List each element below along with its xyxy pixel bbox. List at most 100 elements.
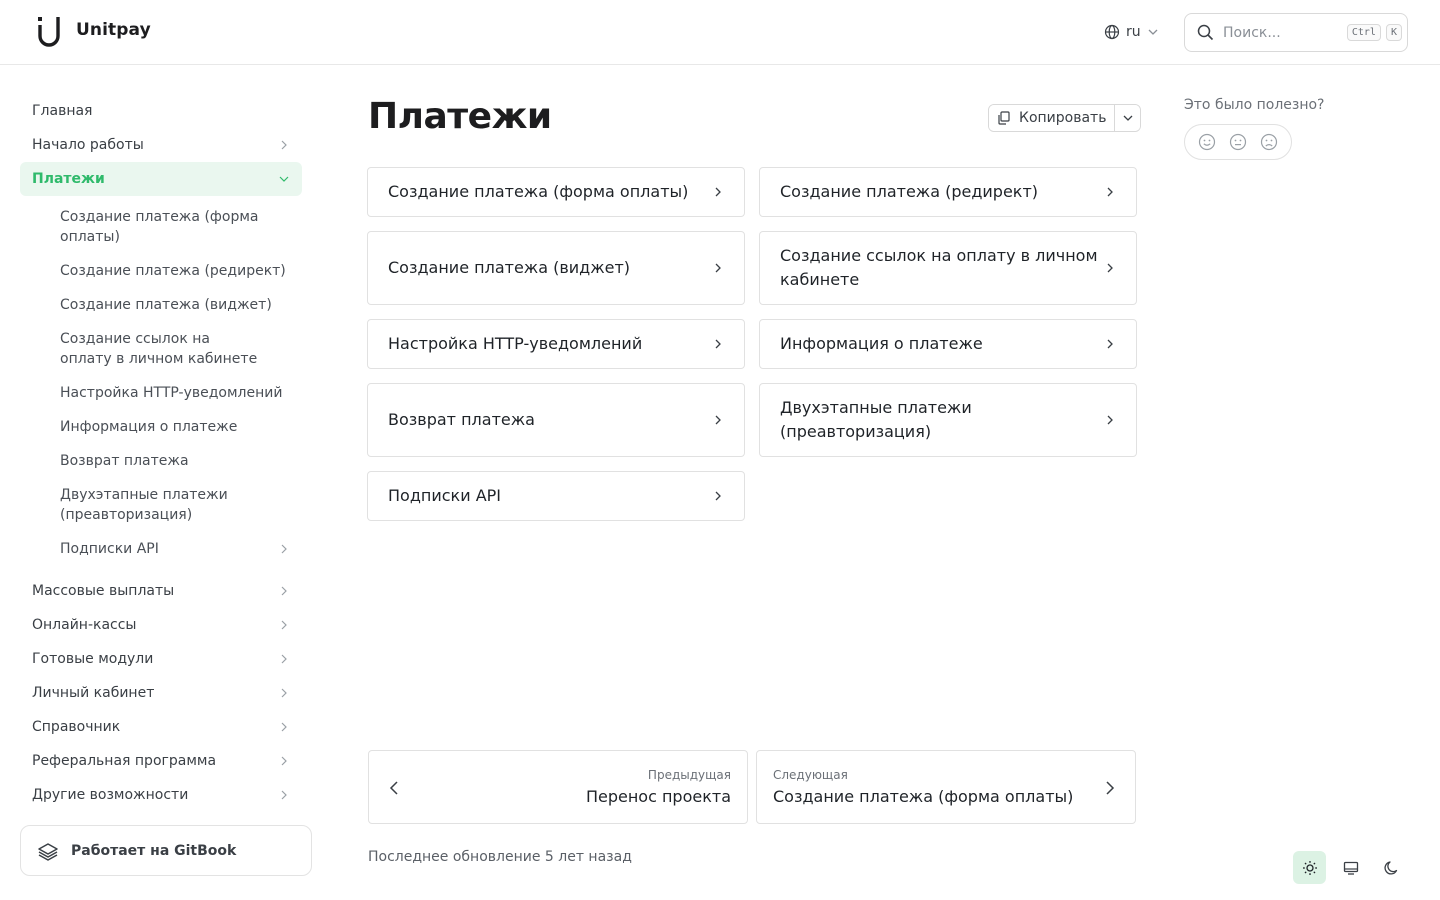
chevron-right-icon: [715, 263, 721, 273]
card-payment-links[interactable]: Создание ссылок на оплату в личном кабин…: [759, 231, 1137, 305]
card-label: Создание платежа (редирект): [780, 182, 1039, 201]
theme-switcher: [1293, 851, 1408, 884]
sidebar-item-referral[interactable]: Реферальная программа: [20, 744, 302, 778]
dark-theme-button[interactable]: [1375, 851, 1408, 884]
sidebar-item-online-cashboxes[interactable]: Онлайн-кассы: [20, 608, 302, 642]
card-payment-redirect[interactable]: Создание платежа (редирект): [759, 167, 1137, 217]
previous-label: Предыдущая: [647, 768, 731, 782]
sidebar-item-label: Главная: [32, 103, 93, 119]
chevron-right-icon: [1107, 339, 1113, 349]
sidebar-item-payments[interactable]: Платежи: [20, 162, 302, 196]
copy-options-dropdown[interactable]: [1115, 105, 1141, 131]
chevron-right-icon: [1107, 187, 1113, 197]
previous-page-link[interactable]: Предыдущая Перенос проекта: [368, 750, 748, 824]
language-switcher[interactable]: ru: [1104, 22, 1159, 42]
sidebar-subitem-label: Подписки API: [60, 541, 159, 557]
sidebar-subitem-label: Создание ссылок на оплату в личном кабин…: [60, 331, 258, 367]
card-label: Информация о платеже: [780, 334, 983, 353]
search-input[interactable]: Поиск... Ctrl K: [1184, 13, 1408, 52]
copy-label: Копировать: [1019, 110, 1107, 126]
system-theme-button[interactable]: [1334, 851, 1367, 884]
sidebar-item-label: Другие возможности: [32, 787, 189, 803]
sidebar-subitem-payment-info[interactable]: Информация о платеже: [20, 410, 302, 444]
copy-button[interactable]: Копировать: [989, 105, 1116, 131]
feedback-rating: [1184, 124, 1292, 160]
sidebar-item-reference[interactable]: Справочник: [20, 710, 302, 744]
language-label: ru: [1126, 24, 1141, 40]
sidebar-subitem-label: Возврат платежа: [60, 453, 189, 469]
copy-page-control: Копировать: [988, 104, 1142, 132]
next-label: Следующая: [773, 768, 848, 782]
chevron-right-icon: [1107, 263, 1113, 273]
feedback-question: Это было полезно?: [1184, 97, 1325, 113]
sidebar-item-getting-started[interactable]: Начало работы: [20, 128, 302, 162]
page-title: Платежи: [368, 96, 552, 137]
moon-icon: [1383, 860, 1397, 875]
globe-icon: [1104, 24, 1120, 40]
sidebar-item-label: Онлайн-кассы: [32, 617, 137, 633]
chevron-right-icon: [281, 586, 287, 596]
card-payment-widget[interactable]: Создание платежа (виджет): [367, 231, 745, 305]
sidebar-item-label: Готовые модули: [32, 651, 154, 667]
sidebar-subitem-label: Информация о платеже: [60, 419, 238, 435]
sidebar-subitem-http-notifications[interactable]: Настройка HTTP-уведомлений: [20, 376, 302, 410]
sidebar-item-label: Платежи: [32, 171, 105, 187]
sidebar-subitem-payment-form[interactable]: Создание платежа (форма оплаты): [20, 200, 302, 254]
top-header: Unitpay ru Поиск... Ctrl K: [0, 0, 1440, 65]
sidebar-subitem-subscriptions[interactable]: Подписки API: [20, 532, 302, 566]
sidebar-subitem-label: Настройка HTTP-уведомлений: [60, 385, 283, 401]
sidebar-subitem-payment-redirect[interactable]: Создание платежа (редирект): [20, 254, 302, 288]
chevron-right-icon: [281, 544, 287, 554]
sidebar-subitem-label: Создание платежа (форма оплаты): [60, 209, 259, 245]
neutral-face-icon[interactable]: [1228, 132, 1248, 152]
sidebar-item-label: Начало работы: [32, 137, 144, 153]
chevron-right-icon: [281, 790, 287, 800]
powered-by-gitbook-link[interactable]: Работает на GitBook: [20, 825, 312, 876]
card-refund[interactable]: Возврат платежа: [367, 383, 745, 457]
card-label: Двухэтапные платежи (преавторизация): [780, 398, 972, 441]
chevron-right-icon: [281, 140, 287, 150]
chevron-right-icon: [715, 339, 721, 349]
sidebar-item-label: Массовые выплаты: [32, 583, 175, 599]
sidebar-item-home[interactable]: Главная: [20, 94, 302, 128]
smile-icon[interactable]: [1197, 132, 1217, 152]
sidebar-item-other-features[interactable]: Другие возможности: [20, 778, 302, 812]
last-updated: Последнее обновление 5 лет назад: [368, 849, 632, 865]
card-label: Создание платежа (виджет): [388, 258, 631, 277]
chevron-right-icon: [281, 722, 287, 732]
chevron-right-icon: [1106, 781, 1115, 795]
sidebar-subitem-payment-links[interactable]: Создание ссылок на оплату в личном кабин…: [20, 322, 302, 376]
frown-icon[interactable]: [1259, 132, 1279, 152]
chevron-down-icon: [1148, 29, 1158, 35]
gitbook-icon: [38, 842, 58, 861]
sidebar-subitem-preauth[interactable]: Двухэтапные платежи (преавторизация): [20, 478, 302, 532]
shortcut-ctrl: Ctrl: [1346, 24, 1381, 41]
copy-icon: [998, 111, 1010, 125]
sidebar-subitem-payment-widget[interactable]: Создание платежа (виджет): [20, 288, 302, 322]
next-title: Создание платежа (форма оплаты): [773, 787, 1074, 806]
sidebar-subitem-label: Двухэтапные платежи (преавторизация): [60, 487, 228, 523]
chevron-right-icon: [1107, 415, 1113, 425]
card-preauth[interactable]: Двухэтапные платежи (преавторизация): [759, 383, 1137, 457]
sidebar-item-mass-payouts[interactable]: Массовые выплаты: [20, 574, 302, 608]
chevron-right-icon: [281, 654, 287, 664]
unitpay-logo-icon[interactable]: [36, 17, 62, 47]
sidebar-subitem-refund[interactable]: Возврат платежа: [20, 444, 302, 478]
gitbook-label: Работает на GitBook: [71, 842, 237, 859]
search-placeholder: Поиск...: [1223, 24, 1281, 41]
next-page-link[interactable]: Следующая Создание платежа (форма оплаты…: [756, 750, 1136, 824]
card-http-notifications[interactable]: Настройка HTTP-уведомлений: [367, 319, 745, 369]
sidebar-item-personal-account[interactable]: Личный кабинет: [20, 676, 302, 710]
monitor-icon: [1343, 861, 1358, 875]
card-label: Настройка HTTP-уведомлений: [388, 334, 643, 353]
card-payment-form[interactable]: Создание платежа (форма оплаты): [367, 167, 745, 217]
brand-name[interactable]: Unitpay: [76, 20, 151, 40]
light-theme-button[interactable]: [1293, 851, 1326, 884]
card-subscriptions[interactable]: Подписки API: [367, 471, 745, 521]
chevron-right-icon: [715, 491, 721, 501]
card-payment-info[interactable]: Информация о платеже: [759, 319, 1137, 369]
sun-icon: [1302, 860, 1317, 875]
sidebar-item-ready-modules[interactable]: Готовые модули: [20, 642, 302, 676]
sidebar-item-label: Справочник: [32, 719, 121, 735]
card-label: Создание ссылок на оплату в личном кабин…: [780, 246, 1098, 289]
